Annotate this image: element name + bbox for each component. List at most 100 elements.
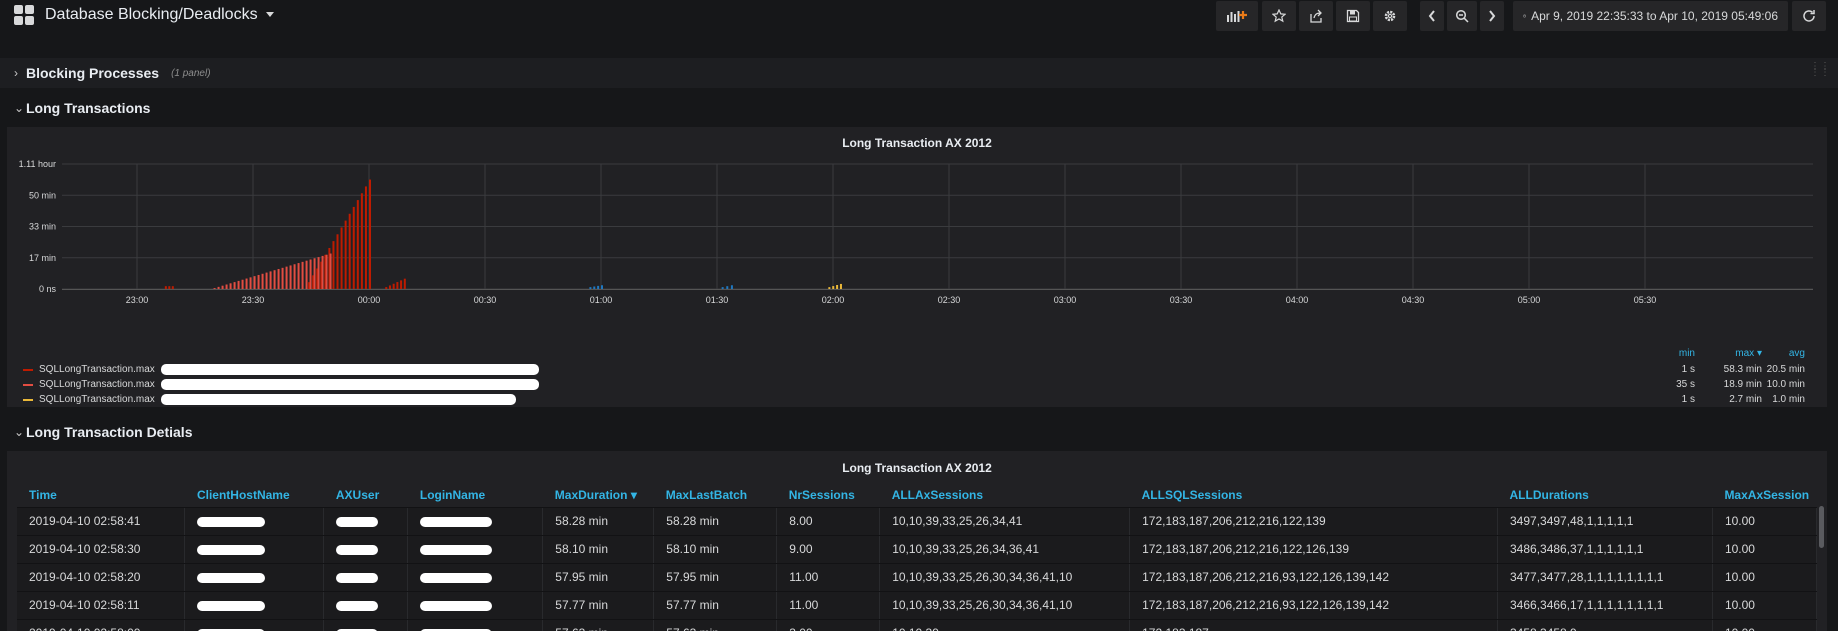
table-row[interactable]: 2019-04-10 02:58:0057.63 min57.63 min3.0… xyxy=(17,619,1818,631)
column-header-maxduration[interactable]: MaxDuration ▾ xyxy=(542,484,654,508)
chart-bar xyxy=(392,283,395,289)
column-header-label: ALLAxSessions xyxy=(891,488,984,503)
x-tick-label: 00:00 xyxy=(358,295,381,305)
clock-icon xyxy=(1523,14,1527,18)
chart-bar xyxy=(403,278,406,289)
time-shift-back-button[interactable] xyxy=(1420,1,1444,31)
add-panel-button[interactable] xyxy=(1216,1,1258,31)
table-row[interactable]: 2019-04-10 02:58:30 58.10 min 58.10 min 9.0… xyxy=(17,535,1818,564)
chart-bar xyxy=(281,267,284,289)
table-scrollbar[interactable] xyxy=(1819,506,1824,548)
add-panel-icon xyxy=(1227,11,1247,22)
cell-allaxsessions: 10,10,39,33,25,26,34,36,41 xyxy=(879,535,1131,564)
chart-bar xyxy=(332,241,335,289)
cell-maxlastbatch: 57.95 min xyxy=(653,563,778,592)
cell-maxaxsession: 10.00 xyxy=(1712,535,1818,564)
x-tick-label: 02:30 xyxy=(938,295,961,305)
row-long-transactions[interactable]: ⌄ Long Transactions xyxy=(0,93,1838,123)
chart-bar xyxy=(317,257,320,289)
series-color-swatch[interactable] xyxy=(23,399,33,401)
column-header-maxaxsession[interactable]: MaxAxSession xyxy=(1712,484,1817,508)
table-row[interactable]: 2019-04-10 02:58:20 57.95 min 57.95 min 11.… xyxy=(17,563,1818,592)
legend-header-min[interactable]: min xyxy=(1635,348,1695,359)
chart-bar xyxy=(233,282,236,289)
cell-axuser xyxy=(323,619,409,631)
dashboard-title[interactable]: Database Blocking/Deadlocks xyxy=(45,6,274,24)
save-button[interactable] xyxy=(1336,1,1370,31)
zoom-out-button[interactable] xyxy=(1447,1,1477,31)
column-header-clienthostname[interactable]: ClientHostName xyxy=(184,484,324,508)
row-title: Blocking Processes xyxy=(26,65,160,81)
chart-bar xyxy=(229,283,232,289)
legend-header-avg[interactable]: avg xyxy=(1765,348,1805,359)
cell-maxduration: 58.28 min xyxy=(542,507,655,536)
row-title: Long Transactions xyxy=(26,100,151,116)
chart-bar xyxy=(726,286,729,289)
cell-maxduration: 57.63 min xyxy=(542,619,655,631)
cell-nrsessions: 9.00 xyxy=(776,535,881,564)
y-tick-label: 0 ns xyxy=(39,284,57,294)
row-blocking-processes[interactable]: › Blocking Processes (1 panel) ⋮⋮ ⋮⋮ xyxy=(0,58,1838,88)
refresh-button[interactable] xyxy=(1792,1,1826,31)
gear-icon xyxy=(1384,10,1396,22)
chevron-down-icon xyxy=(265,12,274,18)
legend-item[interactable]: SQLLongTransaction.max 1 s 2.7 min 1.0 m… xyxy=(20,392,1810,406)
legend-item[interactable]: SQLLongTransaction.max 35 s 18.9 min 10.… xyxy=(20,377,1810,392)
cell-allsqlsessions: 172,183,187,206,212,216,93,122,126,139,1… xyxy=(1129,563,1498,592)
chart-bar xyxy=(305,260,308,289)
panel-title[interactable]: Long Transaction AX 2012 xyxy=(7,136,1827,150)
chart-bar xyxy=(369,179,371,289)
legend-min: 1 s xyxy=(1681,394,1695,405)
dashboards-grid-icon[interactable] xyxy=(14,5,34,25)
series-color-swatch[interactable] xyxy=(23,384,33,386)
drag-handle-icon[interactable]: ⋮⋮ ⋮⋮ xyxy=(1810,62,1830,78)
column-header-alldurations[interactable]: ALLDurations xyxy=(1497,484,1713,508)
x-tick-label: 05:00 xyxy=(1518,295,1541,305)
chart-bar xyxy=(241,279,244,289)
long-transaction-chart: 0 ns 17 min 33 min 50 min 1.11 hour 23:00 23:3… xyxy=(19,159,1813,305)
cell-maxduration: 57.95 min xyxy=(542,563,655,592)
row-long-transaction-details[interactable]: ⌄ Long Transaction Detials xyxy=(0,417,1838,447)
column-header-label: ALLSQLSessions xyxy=(1141,488,1243,503)
top-navbar: Database Blocking/Deadlocks Apr 9, 2019 … xyxy=(0,0,1838,38)
time-shift-forward-button[interactable] xyxy=(1480,1,1504,31)
column-header-label: MaxDuration xyxy=(554,488,628,503)
legend-series-name: SQLLongTransaction.max xyxy=(39,379,155,390)
chart-bar xyxy=(309,259,312,289)
y-tick-label: 17 min xyxy=(29,253,56,263)
column-header-loginname[interactable]: LoginName xyxy=(407,484,543,508)
legend-min: 1 s xyxy=(1681,364,1695,375)
table-row[interactable]: 2019-04-10 02:58:41 58.28 min 58.28 min 8.0… xyxy=(17,507,1818,536)
column-header-allaxsessions[interactable]: ALLAxSessions xyxy=(879,484,1130,508)
cell-allaxsessions: 10,10,39,33,25,26,34,41 xyxy=(879,507,1131,536)
chart-bar xyxy=(257,274,260,289)
table-row[interactable]: 2019-04-10 02:58:11 57.77 min 57.77 min 11.… xyxy=(17,591,1818,620)
redacted-block xyxy=(161,364,539,375)
share-button[interactable] xyxy=(1299,1,1333,31)
column-header-allsqlsessions[interactable]: ALLSQLSessions xyxy=(1129,484,1498,508)
chart-bar xyxy=(839,283,842,289)
star-button[interactable] xyxy=(1262,1,1296,31)
column-header-time[interactable]: Time xyxy=(17,484,185,508)
cell-nrsessions: 8.00 xyxy=(776,507,881,536)
cell-clienthostname xyxy=(184,535,325,564)
redacted-block xyxy=(197,572,266,583)
series-color-swatch[interactable] xyxy=(23,369,33,371)
redacted-block xyxy=(336,572,379,583)
panel-title[interactable]: Long Transaction AX 2012 xyxy=(7,461,1827,475)
legend-item[interactable]: SQLLongTransaction.max 1 s 58.3 min 20.5… xyxy=(20,362,1810,377)
column-header-axuser[interactable]: AXUser xyxy=(323,484,408,508)
column-header-maxlastbatch[interactable]: MaxLastBatch xyxy=(653,484,777,508)
legend-series-name: SQLLongTransaction.max xyxy=(39,394,155,405)
chart-bar xyxy=(828,287,831,289)
redacted-block xyxy=(161,379,539,390)
column-header-nrsessions[interactable]: NrSessions xyxy=(776,484,880,508)
zoom-out-icon xyxy=(1455,9,1469,23)
cell-loginname xyxy=(407,619,544,631)
time-range-picker[interactable]: Apr 9, 2019 22:35:33 to Apr 10, 2019 05:… xyxy=(1513,1,1788,31)
legend-header-max[interactable]: max ▾ xyxy=(1700,348,1762,359)
cell-loginname xyxy=(407,591,544,620)
redacted-block xyxy=(197,516,266,527)
cell-alldurations: 3486,3486,37,1,1,1,1,1,1 xyxy=(1497,535,1713,564)
settings-button[interactable] xyxy=(1373,1,1407,31)
